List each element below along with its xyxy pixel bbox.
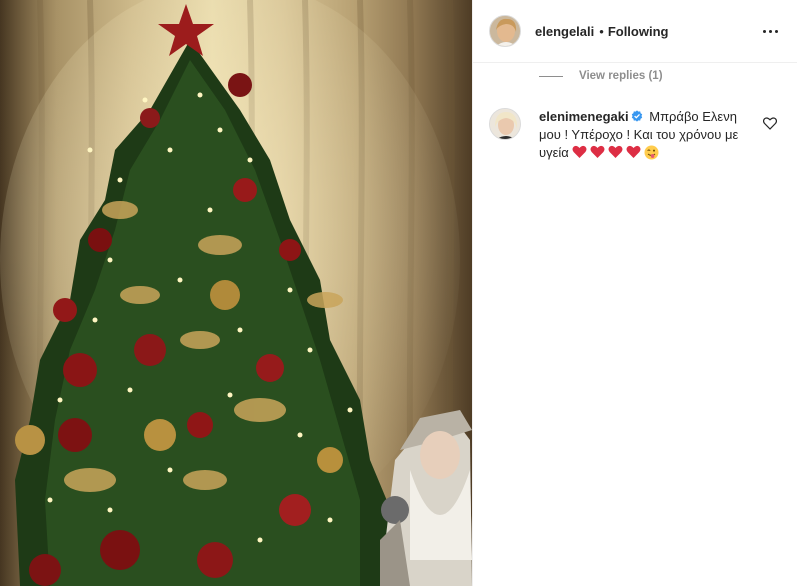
post-image[interactable] — [0, 0, 472, 586]
heart-outline-icon[interactable] — [762, 117, 778, 131]
winking-face-with-tongue-icon — [644, 145, 659, 160]
instagram-post: elengelali • Following View replies (1) … — [0, 0, 797, 586]
view-replies-label: View replies (1) — [579, 70, 663, 82]
commenter-username[interactable]: elenimenegaki — [539, 109, 629, 124]
verified-badge-icon — [631, 109, 643, 122]
author-avatar[interactable] — [489, 15, 521, 47]
red-heart-icon — [590, 145, 605, 158]
comment-item: elenimenegaki Μπράβο Ελενη μου ! Υπέροχο… — [489, 108, 789, 162]
red-heart-icon — [608, 145, 623, 158]
comment-body: elenimenegaki Μπράβο Ελενη μου ! Υπέροχο… — [539, 108, 757, 162]
red-heart-icon — [572, 145, 587, 158]
comments-panel: elengelali • Following View replies (1) … — [472, 0, 797, 586]
following-button[interactable]: Following — [608, 24, 669, 39]
comment-emojis — [572, 145, 659, 160]
christmas-tree-scene — [0, 0, 472, 586]
replies-divider-line — [539, 75, 563, 77]
author-username[interactable]: elengelali — [535, 24, 594, 39]
commenter-avatar[interactable] — [489, 108, 521, 140]
header-separator: • — [599, 23, 604, 39]
red-heart-icon — [626, 145, 641, 158]
view-replies-link[interactable]: View replies (1) — [539, 70, 663, 82]
post-header: elengelali • Following — [473, 0, 797, 63]
more-options-icon[interactable] — [759, 20, 781, 42]
